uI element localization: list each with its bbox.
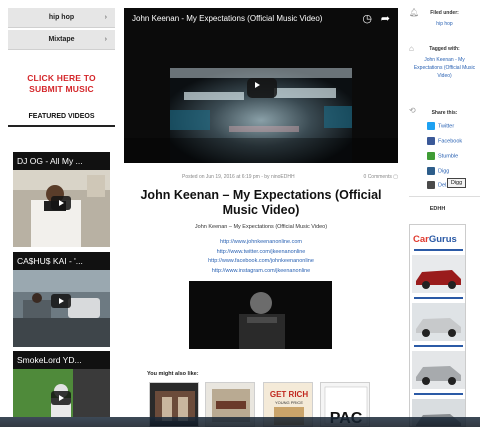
submit-line-1: CLICK HERE TO <box>27 73 96 83</box>
share-facebook[interactable]: Facebook <box>427 137 462 145</box>
share-stumble[interactable]: Stumble <box>427 152 458 160</box>
play-icon[interactable] <box>51 294 71 308</box>
svg-text:YOUNG PRICE: YOUNG PRICE <box>275 400 303 405</box>
edhh-heading: EDHH <box>429 206 446 212</box>
car-image <box>412 255 465 293</box>
digg-tooltip: Digg <box>447 178 466 188</box>
post-title-line-1: John Keenan – My Expectations (Official <box>140 188 382 202</box>
featured-video-3[interactable]: SmokeLord YD... <box>13 351 110 417</box>
car-image <box>412 303 465 341</box>
car-image <box>412 351 465 389</box>
share-this-label: Share this: <box>431 110 458 116</box>
filed-under-label: Filed under: <box>430 10 459 16</box>
post-title-line-2: Music Video) <box>222 203 300 217</box>
bottom-bar <box>0 417 480 427</box>
stumble-icon <box>427 152 435 160</box>
digg-icon <box>427 167 435 175</box>
submit-music-link[interactable]: CLICK HERE TO SUBMIT MUSIC <box>8 73 115 95</box>
play-icon[interactable] <box>51 196 71 210</box>
filed-under-link[interactable]: hip hop <box>409 20 480 28</box>
cargurus-logo: CarGurus <box>413 234 457 245</box>
logo-part-b: Gurus <box>428 234 457 245</box>
comments-link[interactable]: 0 Comments ▢ <box>364 174 398 180</box>
category-mixtape[interactable]: Mixtape › <box>8 30 115 50</box>
share-digg[interactable]: Digg <box>427 167 449 175</box>
chevron-right-icon: › <box>104 14 107 21</box>
share-arrow-icon[interactable]: ➦ <box>381 12 390 25</box>
featured-divider <box>8 125 115 127</box>
tagged-with-link[interactable]: John Keenan - My Expectations (Official … <box>409 56 480 80</box>
delicious-icon <box>427 181 435 189</box>
ad-stripe <box>414 393 463 395</box>
left-sidebar: hip hop › Mixtape › CLICK HERE TO SUBMIT… <box>8 8 115 127</box>
category-label: Mixtape <box>48 36 75 43</box>
twitter-link[interactable]: http://www.twitter.com/jkeenanonline <box>124 248 398 258</box>
twitter-icon <box>427 122 435 130</box>
main-video-player[interactable]: John Keenan - My Expectations (Official … <box>124 8 398 163</box>
featured-video-2[interactable]: CA$HU$ KAI - '... <box>13 252 110 347</box>
category-label: hip hop <box>48 14 75 21</box>
video-title: CA$HU$ KAI - '... <box>17 256 83 266</box>
share-label: Stumble <box>438 153 459 160</box>
facebook-icon <box>427 137 435 145</box>
facebook-link[interactable]: http://www.facebook.com/johnkeenanonline <box>124 257 398 267</box>
tagged-with-label: Tagged with: <box>429 46 460 52</box>
main-video-title: John Keenan - My Expectations (Official … <box>132 14 323 23</box>
play-icon[interactable] <box>247 78 277 98</box>
embedded-video-frame <box>189 281 332 349</box>
comments-count: 0 Comments <box>363 174 392 180</box>
instagram-link[interactable]: http://www.instagram.com/jkeenanonline <box>124 267 398 277</box>
video-thumbnail <box>13 270 110 347</box>
category-hip-hop[interactable]: hip hop › <box>8 8 115 28</box>
logo-part-a: Car <box>413 234 429 245</box>
post-title: John Keenan – My Expectations (Official … <box>124 188 398 218</box>
sidebar-divider <box>409 196 480 197</box>
you-might-like-heading: You might also like: <box>147 371 199 377</box>
featured-videos-heading: FEATURED VIDEOS <box>28 113 95 120</box>
share-twitter[interactable]: Twitter <box>427 122 454 130</box>
play-icon[interactable] <box>51 391 71 405</box>
ad-stripe <box>414 249 463 251</box>
chevron-right-icon: › <box>104 36 107 43</box>
website-link[interactable]: http://www.johnkeenanonline.com <box>124 238 398 248</box>
svg-text:GET RICH: GET RICH <box>270 390 308 399</box>
post-links: http://www.johnkeenanonline.com http://w… <box>124 238 398 276</box>
ad-stripe <box>414 345 463 347</box>
share-label: Digg <box>438 168 450 175</box>
share-label: Twitter <box>438 123 455 130</box>
embedded-video[interactable] <box>189 281 332 349</box>
video-title: DJ OG - All My ... <box>17 156 83 166</box>
comment-bubble-icon: ▢ <box>393 174 398 180</box>
video-title: SmokeLord YD... <box>17 355 82 365</box>
submit-line-2: SUBMIT MUSIC <box>29 84 94 94</box>
share-label: Facebook <box>438 138 463 145</box>
featured-video-1[interactable]: DJ OG - All My ... <box>13 152 110 247</box>
posted-date: Posted on Jun 19, 2016 at 6:19 pm - by n… <box>182 174 295 180</box>
cargurus-ad[interactable]: CarGurus <box>409 224 466 427</box>
clock-icon[interactable]: ◷ <box>362 12 372 25</box>
ad-stripe <box>414 297 463 299</box>
post-subtitle: John Keenan – My Expectations (Official … <box>194 224 328 230</box>
